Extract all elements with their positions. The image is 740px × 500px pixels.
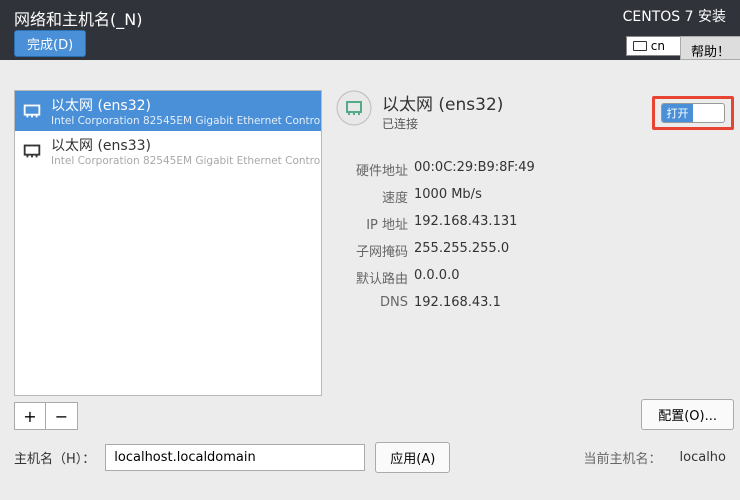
property-label: IP 地址 (336, 214, 408, 233)
ethernet-icon (336, 90, 372, 126)
nic-panel: 以太网 (ens32)Intel Corporation 82545EM Gig… (14, 90, 322, 430)
help-button[interactable]: 帮助！ (680, 36, 740, 60)
toggle-highlight: 打开 (652, 96, 734, 130)
property-row: DNS 192.168.43.1 (336, 295, 726, 310)
detail-title: 以太网 (ens32) (382, 90, 503, 115)
property-label: 速度 (336, 187, 408, 206)
nic-item[interactable]: 以太网 (ens32)Intel Corporation 82545EM Gig… (15, 91, 321, 131)
property-label: DNS (336, 295, 408, 310)
hostname-label: 主机名（H）： (14, 448, 95, 467)
current-hostname-label: 当前主机名： (584, 448, 662, 467)
nic-button-row: + − (14, 402, 322, 430)
property-value: 192.168.43.131 (414, 214, 517, 233)
configure-button[interactable]: 配置(O)... (641, 399, 734, 430)
property-label: 硬件地址 (336, 160, 408, 179)
property-row: IP 地址 192.168.43.131 (336, 214, 726, 233)
property-value: 192.168.43.1 (414, 295, 501, 310)
keyboard-indicator[interactable]: cn (626, 36, 684, 56)
remove-nic-button[interactable]: − (46, 402, 78, 430)
nic-list[interactable]: 以太网 (ens32)Intel Corporation 82545EM Gig… (14, 90, 322, 396)
hostname-input[interactable] (105, 444, 365, 471)
footer-bar: 主机名（H）： 应用(A) 当前主机名： localho (0, 430, 740, 485)
nic-item[interactable]: 以太网 (ens33)Intel Corporation 82545EM Gig… (15, 131, 321, 171)
keyboard-icon (633, 41, 647, 51)
keyboard-layout: cn (651, 39, 665, 53)
nic-name: 以太网 (ens33) (51, 135, 322, 155)
property-value: 1000 Mb/s (414, 187, 482, 206)
property-label: 子网掩码 (336, 241, 408, 260)
property-value: 255.255.255.0 (414, 241, 509, 260)
nic-name: 以太网 (ens32) (51, 95, 322, 115)
property-row: 硬件地址 00:0C:29:B9:8F:49 (336, 160, 726, 179)
property-list: 硬件地址 00:0C:29:B9:8F:49 速度 1000 Mb/s IP 地址 192… (336, 160, 726, 310)
property-label: 默认路由 (336, 268, 408, 287)
apply-button[interactable]: 应用(A) (375, 442, 450, 473)
nic-desc: Intel Corporation 82545EM Gigabit Ethern… (51, 115, 322, 127)
connection-toggle[interactable]: 打开 (661, 103, 725, 123)
add-nic-button[interactable]: + (14, 402, 46, 430)
header-bar: 网络和主机名(_N) 完成(D) CENTOS 7 安装 cn 帮助！ (0, 0, 740, 60)
installer-label: CENTOS 7 安装 (623, 6, 726, 26)
detail-status: 已连接 (382, 115, 503, 132)
property-row: 速度 1000 Mb/s (336, 187, 726, 206)
content-area: 以太网 (ens32)Intel Corporation 82545EM Gig… (0, 60, 740, 430)
property-value: 0.0.0.0 (414, 268, 459, 287)
nic-desc: Intel Corporation 82545EM Gigabit Ethern… (51, 155, 322, 167)
toggle-on-label: 打开 (662, 104, 693, 122)
property-row: 子网掩码 255.255.255.0 (336, 241, 726, 260)
current-hostname-value: localho (680, 450, 726, 465)
page-title: 网络和主机名(_N) (14, 6, 142, 30)
property-value: 00:0C:29:B9:8F:49 (414, 160, 535, 179)
detail-panel: 以太网 (ens32) 已连接 打开 硬件地址 00:0C:29:B9:8F:49… (336, 90, 726, 430)
done-button[interactable]: 完成(D) (14, 30, 86, 57)
toggle-off-side (693, 104, 724, 122)
property-row: 默认路由 0.0.0.0 (336, 268, 726, 287)
